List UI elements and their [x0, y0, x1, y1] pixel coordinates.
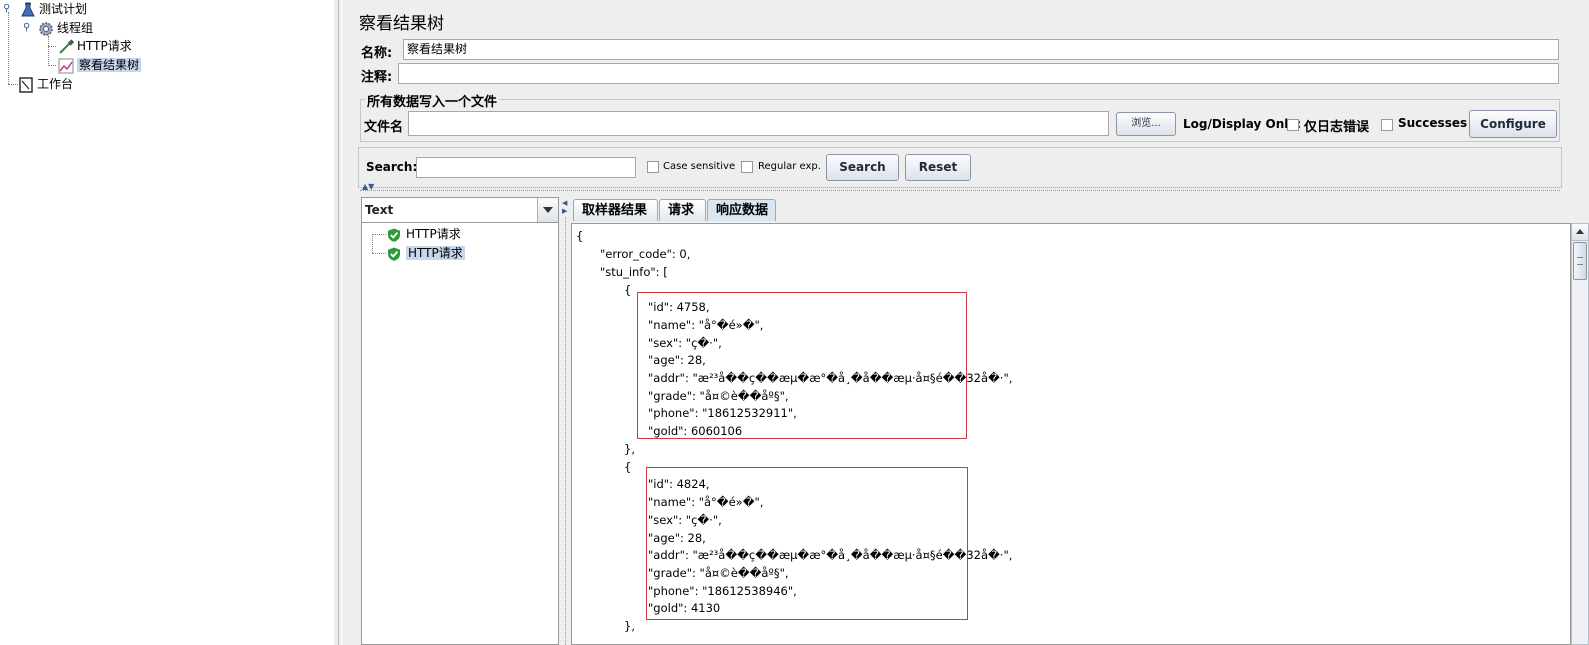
chart-icon [58, 58, 74, 73]
errors-only-checkbox[interactable] [1287, 119, 1299, 131]
detail-pane: 取样器结果 请求 响应数据 { "error_code": 0, "stu_in… [571, 197, 1589, 645]
divider-grip[interactable] [565, 217, 566, 645]
name-label: 名称: [361, 46, 393, 61]
name-field[interactable]: 察看结果树 [403, 39, 1559, 60]
sample-result-row[interactable]: HTTP请求 [387, 244, 465, 262]
divider-arrows-icon[interactable]: ◀ ▶ [562, 199, 567, 215]
renderer-select[interactable]: Text [362, 198, 558, 223]
tab-request[interactable]: 请求 [659, 199, 706, 221]
test-plan-tree: ⚲ ⚲ 测试计划 线程组 HTTP请求 察看结果树 工作台 [0, 0, 334, 645]
scroll-up-icon[interactable] [1572, 224, 1588, 241]
success-shield-icon [388, 247, 400, 261]
collapse-toggle-icon[interactable]: ⚲ [3, 4, 10, 14]
response-scrollbar[interactable] [1571, 223, 1589, 645]
splitter-grip[interactable] [338, 0, 342, 645]
panel-title: 察看结果树 [359, 14, 444, 34]
response-data-text[interactable]: { "error_code": 0, "stu_info": [ { "id":… [571, 223, 1571, 645]
case-sensitive-label: Case sensitive [663, 161, 736, 172]
result-list-panel: Text HTTP请求 HTTP请求 [361, 197, 559, 645]
filename-label: 文件名 [364, 120, 404, 135]
reset-button[interactable]: Reset [905, 154, 971, 181]
successes-label: Successes [1398, 116, 1468, 130]
comment-field[interactable] [398, 63, 1559, 84]
code-line: "stu_info": [ [600, 265, 668, 279]
code-line: { [576, 229, 584, 243]
tree-connector [48, 46, 56, 47]
scrollbar-thumb[interactable] [1573, 242, 1587, 280]
browse-button[interactable]: 浏览... [1116, 112, 1176, 136]
flask-icon [21, 2, 35, 16]
result-tree-panel: 察看结果树 名称: 察看结果树 注释: 所有数据写入一个文件 文件名 浏览...… [346, 0, 1589, 645]
configure-button[interactable]: Configure [1469, 110, 1557, 138]
clipboard-icon [19, 76, 33, 93]
tree-item-http-request[interactable]: HTTP请求 [58, 37, 132, 55]
tree-connector [8, 12, 9, 84]
case-sensitive-checkbox[interactable] [647, 161, 659, 173]
gear-icon [39, 21, 53, 36]
tree-item-label: 测试计划 [39, 2, 88, 16]
chevron-down-icon[interactable] [537, 198, 558, 222]
search-input[interactable] [416, 157, 636, 178]
results-split: Text HTTP请求 HTTP请求 ◀ ▶ 取样器结果 请求 响应数据 {"… [361, 197, 1589, 645]
tree-item-result-tree[interactable]: 察看结果树 [58, 56, 142, 74]
code-line: "error_code": 0, [600, 247, 691, 261]
highlight-box [646, 467, 968, 620]
code-line: { [624, 460, 632, 474]
search-label: Search: [366, 160, 418, 174]
sample-result-row[interactable]: HTTP请求 [387, 225, 461, 243]
tree-item-label: 线程组 [57, 21, 94, 35]
tree-item-thread-group[interactable]: 线程组 [38, 19, 93, 37]
comment-label: 注释: [361, 70, 393, 85]
tree-connector [372, 234, 386, 236]
successes-checkbox[interactable] [1381, 119, 1393, 131]
code-line: { [624, 283, 632, 297]
vertical-divider[interactable]: ◀ ▶ [560, 197, 570, 645]
tree-item-workbench[interactable]: 工作台 [18, 75, 73, 93]
highlight-box [637, 292, 967, 439]
sample-label: HTTP请求 [406, 227, 461, 241]
main-splitter[interactable] [334, 0, 346, 645]
tab-sampler-result[interactable]: 取样器结果 [573, 199, 658, 221]
code-line: }, [624, 442, 635, 456]
tree-item-label: 察看结果树 [77, 58, 142, 72]
code-line: }, [624, 619, 635, 633]
regex-checkbox[interactable] [741, 161, 753, 173]
errors-only-label: 仅日志错误 [1304, 120, 1370, 135]
filename-field[interactable] [408, 111, 1109, 136]
log-display-label: Log/Display Only: [1183, 117, 1301, 131]
sample-label: HTTP请求 [406, 246, 465, 260]
tree-connector [48, 36, 49, 66]
pipette-icon [59, 38, 74, 54]
renderer-selected-value: Text [365, 203, 394, 217]
tab-response-data[interactable]: 响应数据 [707, 199, 776, 221]
tree-item-label: HTTP请求 [77, 39, 132, 53]
tree-connector [372, 253, 386, 255]
success-shield-icon [388, 228, 400, 242]
search-button[interactable]: Search [826, 154, 899, 181]
collapse-toggle-icon[interactable]: ⚲ [23, 23, 30, 33]
tree-connector [8, 84, 18, 85]
tree-connector [48, 65, 56, 66]
tree-item-label: 工作台 [37, 77, 74, 91]
regex-label: Regular exp. [758, 161, 821, 172]
tree-connector [372, 234, 373, 253]
horizontal-divider[interactable] [360, 190, 1560, 191]
file-group-legend: 所有数据写入一个文件 [365, 91, 500, 110]
tree-item-test-plan[interactable]: 测试计划 [20, 0, 87, 18]
